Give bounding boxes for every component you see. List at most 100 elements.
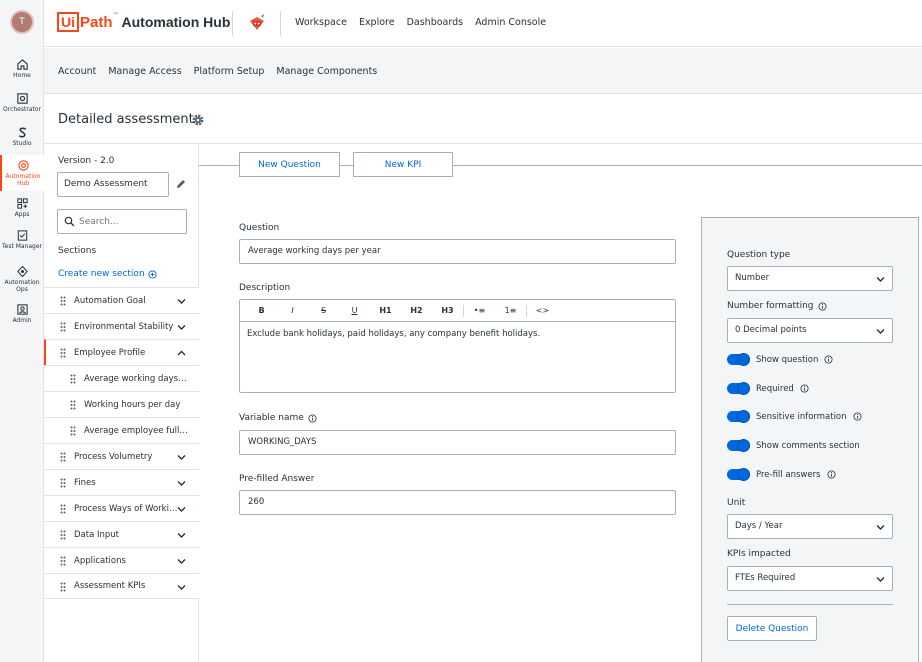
- info-icon[interactable]: [817, 301, 827, 311]
- automation-ops-icon: [15, 264, 29, 278]
- header-divider: [232, 11, 233, 36]
- show-question-toggle[interactable]: [727, 353, 750, 366]
- rail-item-automation-ops[interactable]: Automation Ops: [0, 261, 44, 297]
- version-name-field[interactable]: Demo Assessment: [57, 172, 169, 197]
- italic-button[interactable]: I: [277, 300, 308, 322]
- section-label: Process Volumetry: [74, 451, 153, 462]
- drag-handle-icon[interactable]: [70, 374, 76, 384]
- variable-name-input[interactable]: WORKING_DAYS: [239, 430, 676, 455]
- heading3-button[interactable]: H3: [432, 300, 463, 322]
- avatar[interactable]: T: [10, 10, 34, 34]
- pencil-icon[interactable]: [175, 178, 187, 190]
- drag-handle-icon[interactable]: [70, 400, 76, 410]
- new-kpi-button[interactable]: New KPI: [353, 152, 453, 177]
- drag-handle-icon[interactable]: [60, 348, 66, 358]
- robot-icon[interactable]: [247, 13, 267, 33]
- required-toggle[interactable]: [727, 382, 750, 395]
- uipath-logo[interactable]: Ui Path ™ Automation Hub: [57, 12, 230, 32]
- rail-item-orchestrator[interactable]: Orchestrator: [0, 88, 44, 122]
- question-input[interactable]: Average working days per year: [239, 239, 676, 264]
- info-icon[interactable]: [308, 413, 317, 423]
- section-item[interactable]: Assessment KPIs: [44, 573, 199, 599]
- question-type-select[interactable]: Number: [727, 266, 893, 291]
- delete-question-button[interactable]: Delete Question: [727, 616, 817, 641]
- drag-handle-icon[interactable]: [60, 530, 66, 540]
- logo-trademark: ™: [112, 12, 119, 19]
- chevron-down-icon[interactable]: [177, 505, 186, 513]
- section-item[interactable]: Applications: [44, 547, 199, 573]
- drag-handle-icon[interactable]: [60, 478, 66, 488]
- rail-item-studio[interactable]: Studio: [0, 122, 44, 156]
- info-icon[interactable]: [800, 384, 809, 393]
- section-item[interactable]: Process Ways of Working: [44, 495, 199, 521]
- prefilled-answer-input[interactable]: 260: [239, 490, 676, 515]
- drag-handle-icon[interactable]: [60, 452, 66, 462]
- rail-item-home[interactable]: Home: [0, 54, 44, 88]
- subnav-account[interactable]: Account: [58, 66, 96, 77]
- drag-handle-icon[interactable]: [60, 504, 66, 514]
- new-question-button[interactable]: New Question: [239, 152, 340, 177]
- rail-item-apps[interactable]: Apps: [0, 193, 44, 227]
- chevron-down-icon: [876, 577, 885, 582]
- logo-ui: Ui: [57, 12, 79, 32]
- subnav-platform-setup[interactable]: Platform Setup: [194, 66, 265, 77]
- question-item[interactable]: Average working days per year: [44, 365, 199, 391]
- section-item[interactable]: Fines: [44, 469, 199, 495]
- drag-handle-icon[interactable]: [70, 426, 76, 436]
- gear-icon[interactable]: [191, 113, 205, 127]
- prefill-answers-toggle[interactable]: [727, 468, 750, 481]
- search-input[interactable]: [79, 214, 183, 229]
- code-button[interactable]: <>: [527, 300, 558, 322]
- nav-dashboards[interactable]: Dashboards: [407, 17, 464, 28]
- drag-handle-icon[interactable]: [60, 322, 66, 332]
- section-item-active[interactable]: Employee Profile: [44, 339, 199, 365]
- drag-handle-icon[interactable]: [60, 556, 66, 566]
- unit-select[interactable]: Days / Year: [727, 514, 893, 539]
- rail-label: Test Manager: [1, 243, 43, 250]
- rail-item-admin[interactable]: Admin: [0, 299, 44, 333]
- chevron-down-icon[interactable]: [177, 479, 186, 487]
- chevron-down-icon[interactable]: [177, 583, 186, 591]
- drag-handle-icon[interactable]: [60, 582, 66, 592]
- rail-item-automation-hub[interactable]: Automation Hub: [0, 155, 44, 191]
- rail-label: Automation Ops: [4, 279, 40, 293]
- chevron-down-icon[interactable]: [177, 323, 186, 331]
- kpis-impacted-select[interactable]: FTEs Required: [727, 566, 893, 591]
- numbered-list-button[interactable]: 1≡: [495, 300, 526, 322]
- description-editor[interactable]: B I S U H1 H2 H3 •≡ 1≡ <> Exclude bank h…: [239, 299, 676, 393]
- chevron-down-icon[interactable]: [177, 557, 186, 565]
- section-item[interactable]: Data Input: [44, 521, 199, 547]
- chevron-down-icon[interactable]: [177, 531, 186, 539]
- question-item[interactable]: Average employee full cost per year: [44, 417, 199, 443]
- nav-admin-console[interactable]: Admin Console: [475, 17, 546, 28]
- chevron-down-icon[interactable]: [177, 453, 186, 461]
- bullet-list-button[interactable]: •≡: [464, 300, 495, 322]
- info-icon[interactable]: [824, 355, 833, 364]
- chevron-down-icon[interactable]: [177, 297, 186, 305]
- sensitive-information-toggle[interactable]: [727, 410, 750, 423]
- info-icon[interactable]: [826, 470, 836, 479]
- strikethrough-button[interactable]: S: [308, 300, 339, 322]
- drag-handle-icon[interactable]: [60, 296, 66, 306]
- section-search[interactable]: [57, 209, 187, 234]
- section-item[interactable]: Automation Goal: [44, 287, 199, 313]
- underline-button[interactable]: U: [339, 300, 370, 322]
- info-icon[interactable]: [853, 412, 862, 421]
- nav-workspace[interactable]: Workspace: [295, 17, 347, 28]
- create-section-link[interactable]: Create new section: [58, 269, 157, 279]
- number-formatting-select[interactable]: 0 Decimal points: [727, 318, 893, 343]
- heading2-button[interactable]: H2: [401, 300, 432, 322]
- show-comments-toggle[interactable]: [727, 439, 750, 452]
- subnav-manage-components[interactable]: Manage Components: [276, 66, 377, 77]
- question-item[interactable]: Working hours per day: [44, 391, 199, 417]
- chevron-up-icon[interactable]: [177, 349, 186, 357]
- apps-icon: [15, 196, 29, 210]
- nav-explore[interactable]: Explore: [359, 17, 395, 28]
- heading1-button[interactable]: H1: [370, 300, 401, 322]
- subnav-manage-access[interactable]: Manage Access: [108, 66, 181, 77]
- section-item[interactable]: Environmental Stability: [44, 313, 199, 339]
- section-item[interactable]: Process Volumetry: [44, 443, 199, 469]
- description-text[interactable]: Exclude bank holidays, paid holidays, an…: [240, 322, 675, 346]
- bold-button[interactable]: B: [246, 300, 277, 322]
- rail-item-test-manager[interactable]: Test Manager: [0, 225, 44, 261]
